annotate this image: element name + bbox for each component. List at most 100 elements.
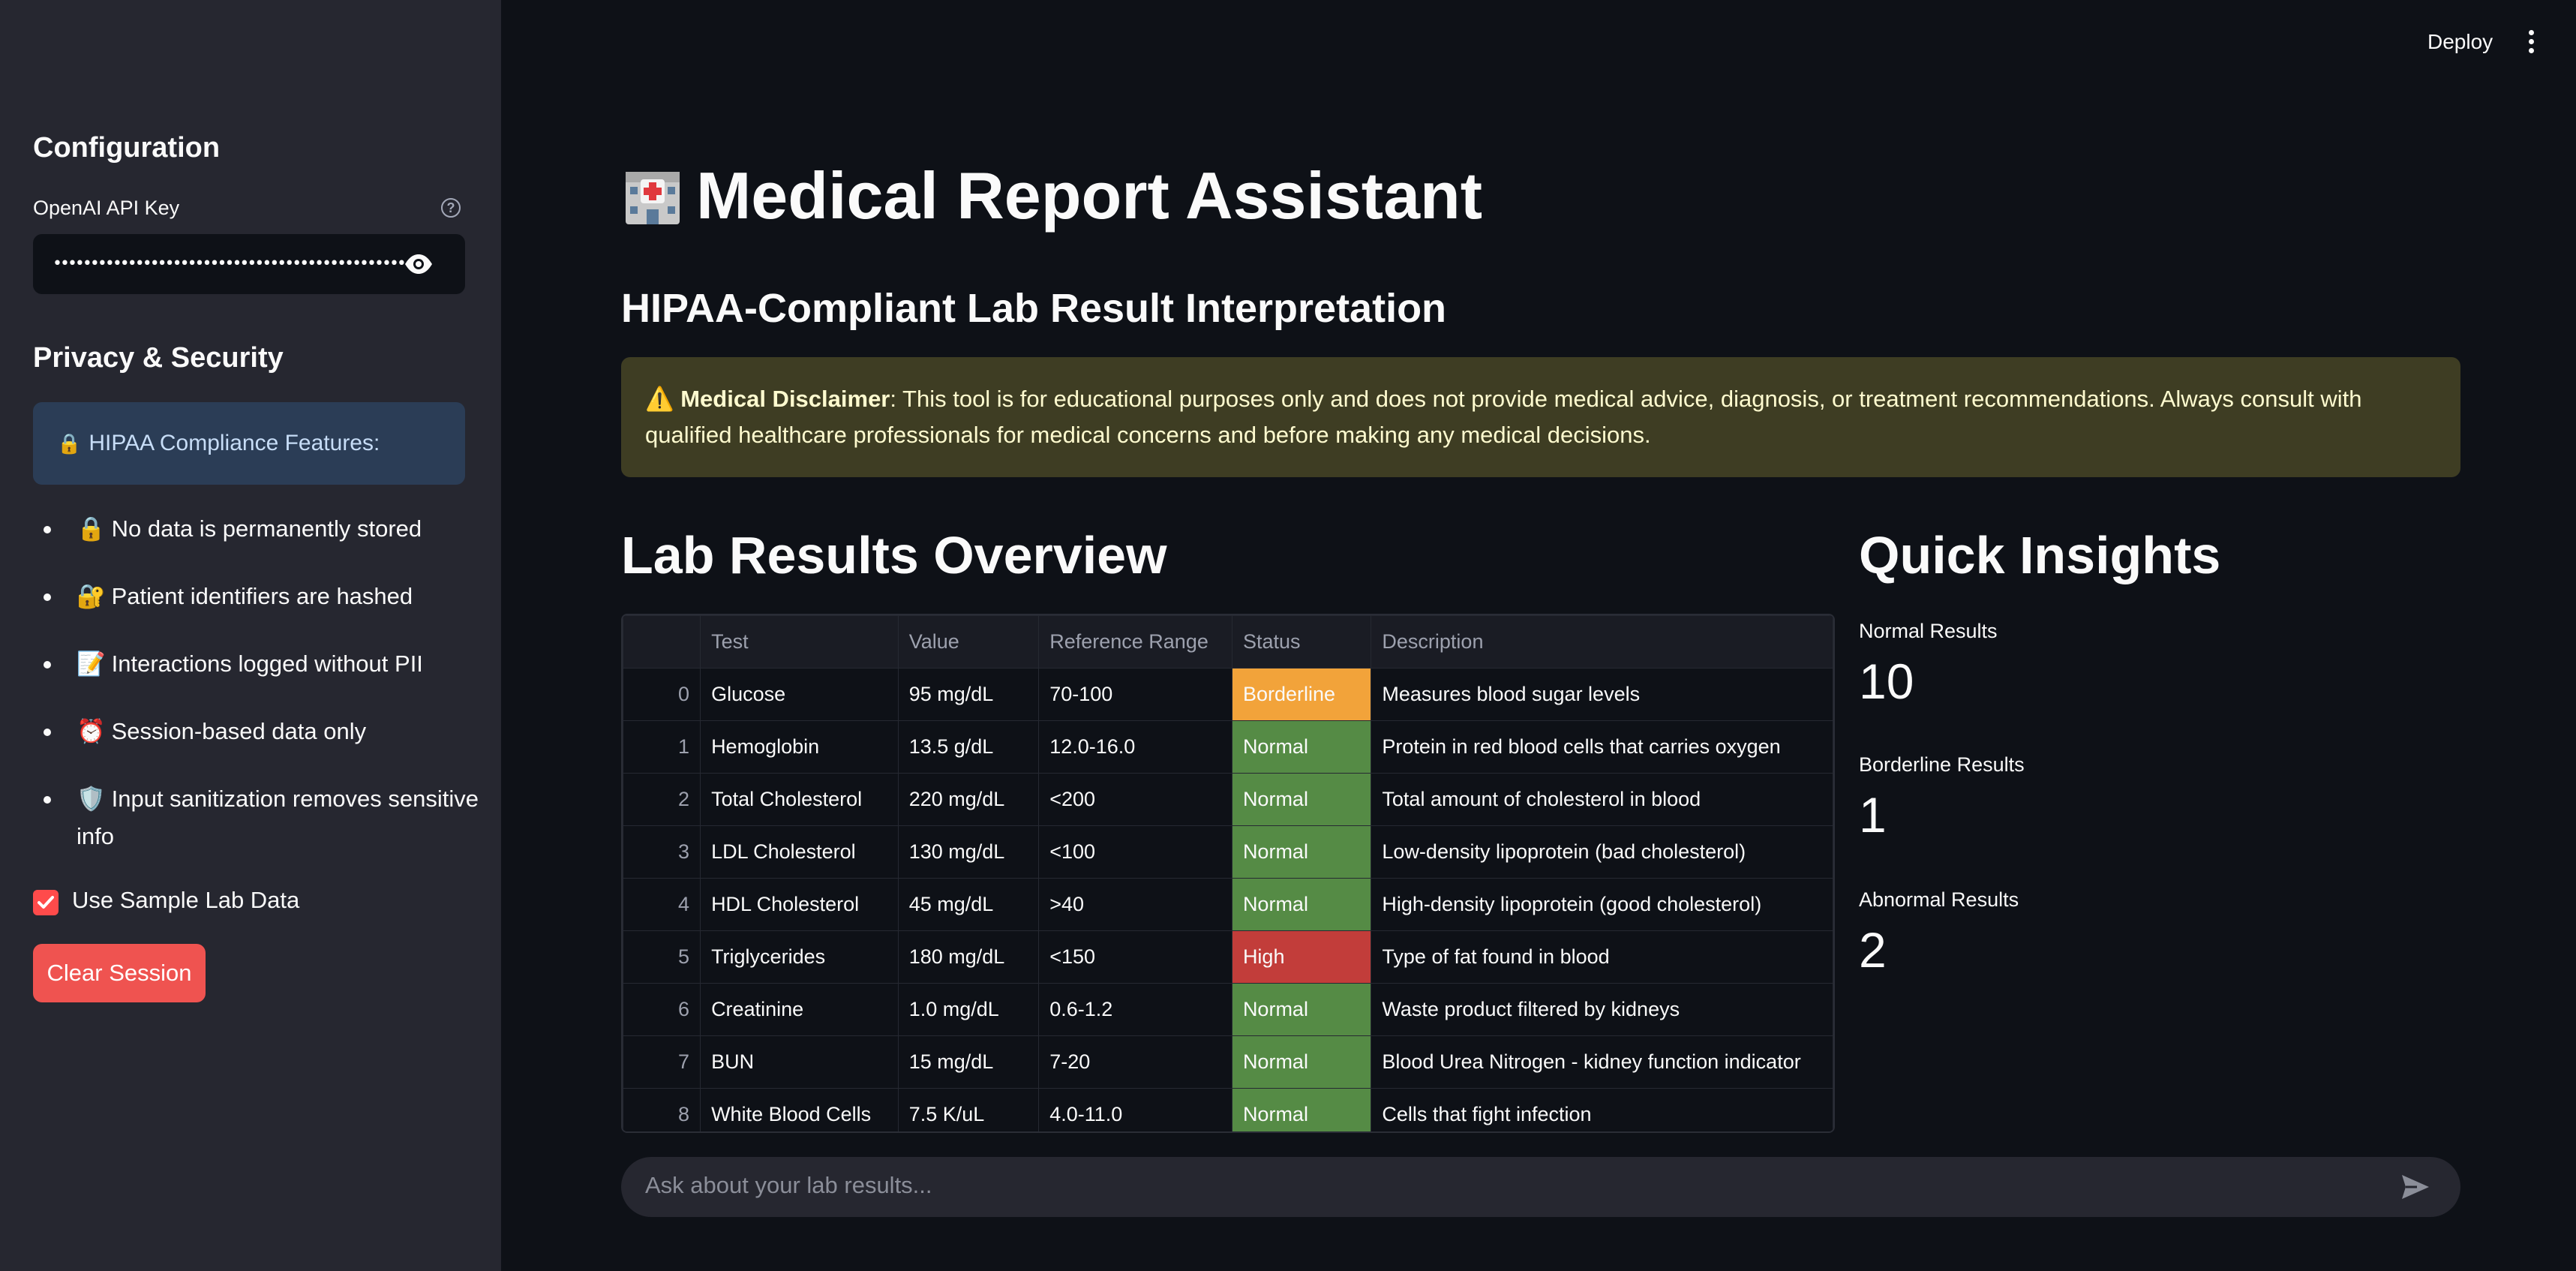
clear-session-button[interactable]: Clear Session <box>33 944 206 1002</box>
privacy-heading: Privacy & Security <box>33 342 284 374</box>
range-cell[interactable]: 12.0-16.0 <box>1038 720 1232 774</box>
description-cell[interactable]: Protein in red blood cells that carries … <box>1371 720 1833 774</box>
value-cell[interactable]: 13.5 g/dL <box>897 720 1040 774</box>
row-index[interactable]: 5 <box>623 930 701 984</box>
feature-text: Interactions logged without PII <box>111 651 423 677</box>
list-item: 📝 Interactions logged without PII <box>33 645 483 683</box>
range-cell[interactable]: 7-20 <box>1038 1035 1232 1089</box>
value-cell[interactable]: 130 mg/dL <box>897 825 1040 879</box>
column-header[interactable]: Reference Range <box>1038 615 1232 669</box>
test-cell[interactable]: Triglycerides <box>700 930 899 984</box>
metric-value-borderline: 1 <box>1859 787 1887 843</box>
test-cell[interactable]: White Blood Cells <box>700 1088 899 1131</box>
value-cell[interactable]: 45 mg/dL <box>897 878 1040 931</box>
row-index[interactable]: 0 <box>623 668 701 721</box>
disclaimer-title: Medical Disclaimer <box>680 386 890 412</box>
deploy-button[interactable]: Deploy <box>2427 30 2493 54</box>
quick-insights-heading: Quick Insights <box>1859 526 2221 584</box>
memo-icon: 📝 <box>77 651 106 677</box>
column-header[interactable]: Status <box>1231 615 1372 669</box>
configuration-heading: Configuration <box>33 132 221 164</box>
value-cell[interactable]: 180 mg/dL <box>897 930 1040 984</box>
table-row: 8 White Blood Cells 7.5 K/uL 4.0-11.0 No… <box>623 1088 1833 1131</box>
description-cell[interactable]: Cells that fight infection <box>1371 1088 1833 1131</box>
test-cell[interactable]: Glucose <box>700 668 899 721</box>
list-item: ⏰ Session-based data only <box>33 713 483 750</box>
sample-data-checkbox[interactable] <box>33 890 59 915</box>
test-cell[interactable]: Hemoglobin <box>700 720 899 774</box>
checkmark-icon <box>38 896 54 909</box>
description-cell[interactable]: Low-density lipoprotein (bad cholesterol… <box>1371 825 1833 879</box>
chat-input[interactable]: Ask about your lab results... <box>621 1157 2460 1217</box>
column-header[interactable]: Description <box>1371 615 1833 669</box>
list-item: 🔒 No data is permanently stored <box>33 510 483 548</box>
status-cell[interactable]: Normal <box>1231 878 1372 931</box>
status-cell[interactable]: Borderline <box>1231 668 1372 721</box>
row-index[interactable]: 7 <box>623 1035 701 1089</box>
test-cell[interactable]: BUN <box>700 1035 899 1089</box>
row-index[interactable]: 8 <box>623 1088 701 1131</box>
column-header[interactable]: Test <box>700 615 899 669</box>
value-cell[interactable]: 1.0 mg/dL <box>897 983 1040 1036</box>
table-row: 1 Hemoglobin 13.5 g/dL 12.0-16.0 Normal … <box>623 720 1833 774</box>
row-index[interactable]: 1 <box>623 720 701 774</box>
value-cell[interactable]: 95 mg/dL <box>897 668 1040 721</box>
send-icon[interactable] <box>2400 1173 2430 1200</box>
lab-results-heading: Lab Results Overview <box>621 526 1167 584</box>
status-cell[interactable]: Normal <box>1231 1035 1372 1089</box>
row-index[interactable]: 6 <box>623 983 701 1036</box>
list-item: 🛡️ Input sanitization removes sensitive i… <box>33 780 483 855</box>
test-cell[interactable]: Total Cholesterol <box>700 773 899 826</box>
status-cell[interactable]: Normal <box>1231 983 1372 1036</box>
api-key-input[interactable]: ••••••••••••••••••••••••••••••••••••••••… <box>33 234 465 294</box>
description-cell[interactable]: Type of fat found in blood <box>1371 930 1833 984</box>
test-cell[interactable]: Creatinine <box>700 983 899 1036</box>
description-cell[interactable]: Measures blood sugar levels <box>1371 668 1833 721</box>
status-cell[interactable]: Normal <box>1231 720 1372 774</box>
description-cell[interactable]: Waste product filtered by kidneys <box>1371 983 1833 1036</box>
range-cell[interactable]: 0.6-1.2 <box>1038 983 1232 1036</box>
row-index[interactable]: 2 <box>623 773 701 826</box>
table-row: 6 Creatinine 1.0 mg/dL 0.6-1.2 Normal Wa… <box>623 983 1833 1036</box>
metric-label-abnormal: Abnormal Results <box>1859 888 2019 911</box>
description-cell[interactable]: Total amount of cholesterol in blood <box>1371 773 1833 826</box>
row-index[interactable]: 4 <box>623 878 701 931</box>
range-cell[interactable]: <150 <box>1038 930 1232 984</box>
page-title: Medical Report Assistant <box>621 158 1482 234</box>
description-cell[interactable]: Blood Urea Nitrogen - kidney function in… <box>1371 1035 1833 1089</box>
metric-label-normal: Normal Results <box>1859 620 1998 642</box>
checkbox-label[interactable]: Use Sample Lab Data <box>72 887 299 914</box>
disclaimer-alert: ⚠️ Medical Disclaimer: This tool is for … <box>621 357 2460 477</box>
value-cell[interactable]: 220 mg/dL <box>897 773 1040 826</box>
table-row: 0 Glucose 95 mg/dL 70-100 Borderline Mea… <box>623 668 1833 721</box>
status-cell[interactable]: Normal <box>1231 825 1372 879</box>
range-cell[interactable]: 70-100 <box>1038 668 1232 721</box>
metric-value-normal: 10 <box>1859 654 1914 709</box>
eye-icon[interactable] <box>404 252 434 276</box>
column-header[interactable]: Value <box>897 615 1040 669</box>
status-cell[interactable]: Normal <box>1231 1088 1372 1131</box>
range-cell[interactable]: >40 <box>1038 878 1232 931</box>
status-cell[interactable]: Normal <box>1231 773 1372 826</box>
table-row: 3 LDL Cholesterol 130 mg/dL <100 Normal … <box>623 825 1833 879</box>
lab-results-table[interactable]: Test Value Reference Range Status Descri… <box>621 614 1835 1133</box>
metric-label-borderline: Borderline Results <box>1859 753 2025 776</box>
column-header[interactable] <box>623 615 701 669</box>
help-icon[interactable]: ? <box>441 198 461 218</box>
description-cell[interactable]: High-density lipoprotein (good cholester… <box>1371 878 1833 931</box>
hipaa-info-box: 🔒 HIPAA Compliance Features: <box>33 402 465 485</box>
row-index[interactable]: 3 <box>623 825 701 879</box>
more-menu-icon[interactable] <box>2526 30 2535 56</box>
value-cell[interactable]: 15 mg/dL <box>897 1035 1040 1089</box>
range-cell[interactable]: <200 <box>1038 773 1232 826</box>
status-cell[interactable]: High <box>1231 930 1372 984</box>
test-cell[interactable]: LDL Cholesterol <box>700 825 899 879</box>
range-cell[interactable]: <100 <box>1038 825 1232 879</box>
lock-icon: 🔒 <box>57 431 82 455</box>
value-cell[interactable]: 7.5 K/uL <box>897 1088 1040 1131</box>
range-cell[interactable]: 4.0-11.0 <box>1038 1088 1232 1131</box>
table-row: 5 Triglycerides 180 mg/dL <150 High Type… <box>623 930 1833 984</box>
test-cell[interactable]: HDL Cholesterol <box>700 878 899 931</box>
table-row: 7 BUN 15 mg/dL 7-20 Normal Blood Urea Ni… <box>623 1035 1833 1089</box>
disclaimer-text: : This tool is for educational purposes … <box>645 386 2362 448</box>
